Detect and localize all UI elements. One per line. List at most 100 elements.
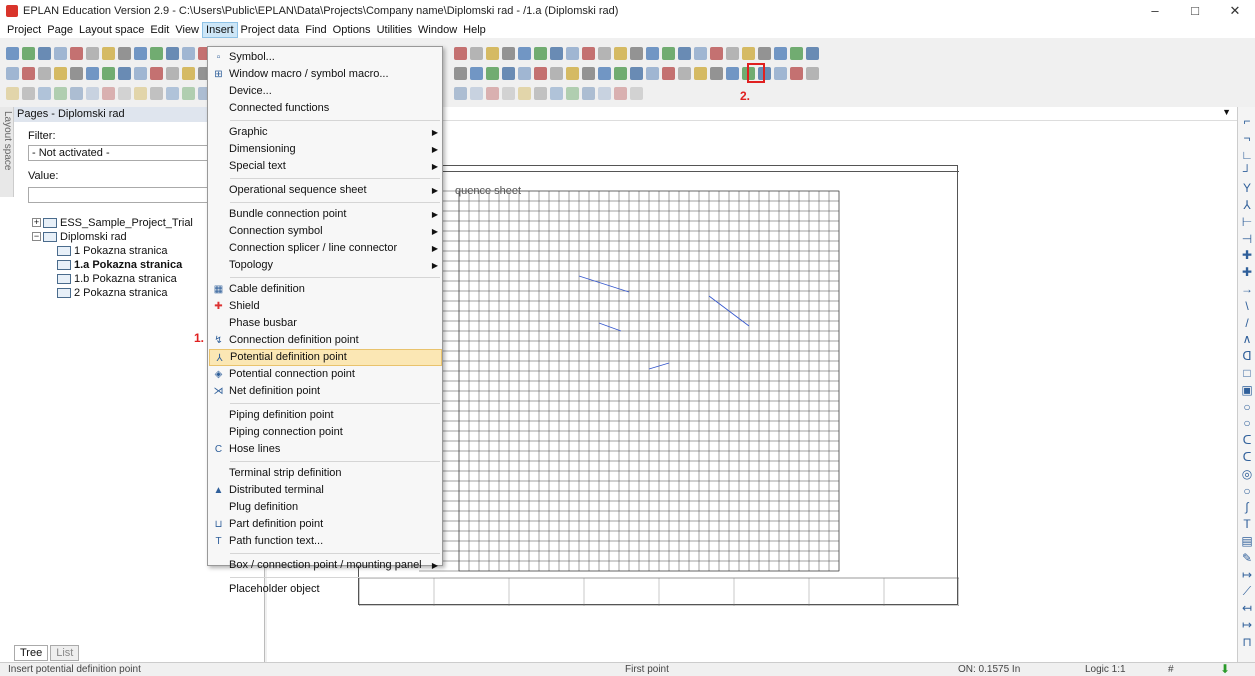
maximize-button[interactable]: □ [1175,0,1215,22]
toolbar-button[interactable] [694,47,707,60]
menu-item-piping-connection-point[interactable]: Piping connection point [209,424,442,441]
dropdown-arrow-icon[interactable]: ▼ [1222,107,1231,117]
toolbar-button[interactable] [70,47,83,60]
toolbar-button[interactable] [582,67,595,80]
toolbar-button[interactable] [614,87,627,100]
toolbar-button[interactable] [646,47,659,60]
toolbar-button[interactable] [182,87,195,100]
toolbar-button[interactable] [486,47,499,60]
toolbar-button[interactable] [534,67,547,80]
right-tool-button[interactable]: T [1241,518,1253,530]
right-tool-button[interactable]: ⊣ [1241,233,1253,245]
toolbar-button[interactable] [70,67,83,80]
menu-item-placeholder-object[interactable]: Placeholder object [209,581,442,598]
menu-item-connection-splicer-line-connector[interactable]: Connection splicer / line connector ▶ [209,240,442,257]
toolbar-button[interactable] [550,87,563,100]
right-tool-button[interactable]: ✎ [1241,552,1253,564]
menu-item-cable-definition[interactable]: ▦ Cable definition [209,281,442,298]
toolbar-button[interactable] [38,67,51,80]
tree-item-page-1[interactable]: 1 Pokazna stranica [57,244,168,257]
toolbar-button[interactable] [518,67,531,80]
toolbar-button[interactable] [54,47,67,60]
menu-item-dimensioning[interactable]: Dimensioning ▶ [209,141,442,158]
toolbar-button[interactable] [454,47,467,60]
toolbar-button[interactable] [54,87,67,100]
toolbar-button[interactable] [38,87,51,100]
toolbar-button[interactable] [38,47,51,60]
toolbar-button[interactable] [790,47,803,60]
tree-item-diplomski-rad[interactable]: Diplomski rad [43,230,127,243]
right-tool-button[interactable]: ↤ [1241,602,1253,614]
tree-expander-ess[interactable]: + [32,218,41,227]
status-arrow-icon[interactable]: ⬇ [1220,662,1230,676]
toolbar-button[interactable] [182,47,195,60]
toolbar-button[interactable] [774,47,787,60]
toolbar-button[interactable] [150,87,163,100]
right-tool-button[interactable]: ↦ [1241,569,1253,581]
toolbar-button[interactable] [6,67,19,80]
toolbar-button[interactable] [758,47,771,60]
right-tool-button[interactable]: ○ [1241,485,1253,497]
toolbar-button[interactable] [790,67,803,80]
menu-project-data[interactable]: Project data [238,22,303,38]
menu-item-operational-sequence-sheet[interactable]: Operational sequence sheet ▶ [209,182,442,199]
right-tool-button[interactable]: ⌐ [1241,115,1253,127]
menu-item-symbol[interactable]: ▫ Symbol... [209,49,442,66]
toolbar-button[interactable] [70,87,83,100]
toolbar-button[interactable] [54,67,67,80]
toolbar-button[interactable] [102,67,115,80]
toolbar-button[interactable] [726,47,739,60]
toolbar-button[interactable] [710,67,723,80]
toolbar-button[interactable] [102,47,115,60]
right-tool-button[interactable]: / [1241,317,1253,329]
tree-item-page-1b[interactable]: 1.b Pokazna stranica [57,272,177,285]
toolbar-button[interactable] [550,47,563,60]
right-tool-button[interactable]: ▣ [1241,384,1253,396]
toolbar-button[interactable] [742,47,755,60]
toolbar-button[interactable] [454,67,467,80]
menu-project[interactable]: Project [4,22,44,38]
menu-edit[interactable]: Edit [147,22,172,38]
right-tool-button[interactable]: ○ [1241,401,1253,413]
right-tool-button[interactable]: ᑕ [1241,434,1253,446]
close-button[interactable]: ✕ [1215,0,1255,22]
toolbar-button[interactable] [22,87,35,100]
toolbar-button[interactable] [678,67,691,80]
toolbar-button[interactable] [86,67,99,80]
toolbar-button[interactable] [566,67,579,80]
toolbar-button[interactable] [166,47,179,60]
right-tool-button[interactable]: ▤ [1241,535,1253,547]
layout-space-side-tab[interactable]: Layout space [0,107,14,197]
toolbar-button[interactable] [470,67,483,80]
toolbar-button[interactable] [678,47,691,60]
right-tool-button[interactable]: → [1241,283,1253,295]
toolbar-button[interactable] [582,87,595,100]
toolbar-button[interactable] [502,87,515,100]
toolbar-button[interactable] [582,47,595,60]
menu-item-connection-definition-point[interactable]: ↯ Connection definition point [209,332,442,349]
toolbar-button[interactable] [806,47,819,60]
right-tool-button[interactable]: ∫ [1241,501,1253,513]
toolbar-button[interactable] [118,87,131,100]
menu-item-potential-definition-point[interactable]: ⅄ Potential definition point [209,349,442,366]
toolbar-button[interactable] [502,47,515,60]
toolbar-button[interactable] [566,47,579,60]
toolbar-button[interactable] [774,67,787,80]
toolbar-button[interactable] [150,67,163,80]
tree-expander-diplomski[interactable]: − [32,232,41,241]
menu-item-connection-symbol[interactable]: Connection symbol ▶ [209,223,442,240]
menu-window[interactable]: Window [415,22,460,38]
right-tool-button[interactable]: ⅄ [1241,199,1253,211]
tree-item-ess-sample[interactable]: ESS_Sample_Project_Trial [43,216,193,229]
tree-item-page-2[interactable]: 2 Pokazna stranica [57,286,168,299]
toolbar-button[interactable] [118,67,131,80]
toolbar-button[interactable] [710,47,723,60]
right-tool-button[interactable]: ◎ [1241,468,1253,480]
menu-item-phase-busbar[interactable]: Phase busbar [209,315,442,332]
toolbar-button[interactable] [534,47,547,60]
menu-item-hose-lines[interactable]: C Hose lines [209,441,442,458]
right-tool-button[interactable]: ○ [1241,417,1253,429]
right-tool-button[interactable]: □ [1241,367,1253,379]
menu-item-path-function-text[interactable]: T Path function text... [209,533,442,550]
right-tool-button[interactable]: ↦ [1241,619,1253,631]
